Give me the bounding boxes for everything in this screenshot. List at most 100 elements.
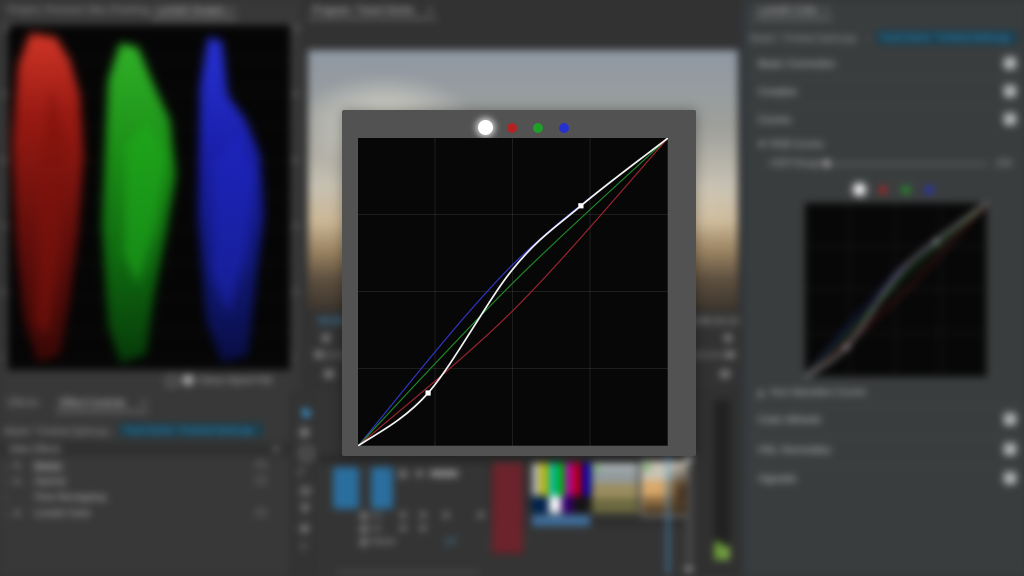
effect-row-lumetri-color[interactable]: › fx Lumetri Color <box>0 506 290 522</box>
track-solo-icon[interactable] <box>443 512 449 518</box>
section-creative[interactable]: Creative <box>758 86 797 98</box>
track-solo-icon[interactable] <box>420 525 426 531</box>
panel-menu-icon[interactable]: ≡ <box>229 5 235 16</box>
track-lock-icon[interactable] <box>400 512 406 518</box>
color-wheels-fx-toggle[interactable]: fx <box>1004 413 1016 425</box>
panel-menu-icon[interactable]: ≡ <box>823 5 829 16</box>
effect-row-opacity[interactable]: › fx Opacity <box>0 474 290 490</box>
effect-controls-panel: Effects Effect Controls ≡ Master * Finis… <box>0 392 290 576</box>
panel-menu-icon[interactable]: ≡ <box>427 5 433 16</box>
hand-tool[interactable] <box>300 524 309 533</box>
bit-depth-value[interactable]: 8 Bit <box>254 375 272 385</box>
scrollbar-right-handle[interactable] <box>726 350 735 359</box>
type-tool[interactable]: T <box>300 542 310 552</box>
section-curves[interactable]: Curves <box>758 114 791 126</box>
channel-dot-red[interactable] <box>879 186 887 194</box>
timeline-clip-red[interactable] <box>492 463 523 554</box>
effect-row-motion[interactable]: › fx Motion <box>0 458 290 474</box>
track-mute-icon[interactable] <box>420 512 426 518</box>
channel-dot-luma[interactable] <box>854 184 865 195</box>
track-mute-icon[interactable] <box>400 525 406 531</box>
reset-effect-icon[interactable] <box>256 509 266 519</box>
source-patch-a1[interactable] <box>371 467 393 509</box>
tab-lumetri-color[interactable]: Lumetri Color <box>758 5 818 16</box>
timeline-vertical-scrollbar[interactable] <box>687 463 693 563</box>
ripple-edit-tool[interactable] <box>300 447 313 460</box>
timeline-clip-sunset-selected[interactable] <box>641 461 691 516</box>
razor-tool[interactable] <box>297 466 304 477</box>
track-option-icon[interactable] <box>478 512 484 518</box>
master-clip-label[interactable]: Master * Finished Spirits.jpg <box>4 426 108 436</box>
selected-audio-clip[interactable] <box>532 515 590 526</box>
channel-dot-green[interactable] <box>902 186 910 194</box>
slip-tool[interactable] <box>300 487 311 490</box>
clamp-signal-checkbox[interactable] <box>183 375 193 385</box>
playhead[interactable] <box>667 455 669 574</box>
sequence-clip-button[interactable]: Travel Series * Finished Spirits.jpg <box>876 30 1018 45</box>
section-hsl-secondary[interactable]: HSL Secondary <box>758 444 831 456</box>
track-select-tool[interactable] <box>300 428 309 437</box>
section-vignette[interactable]: Vignette <box>758 473 796 485</box>
sequence-clip-button[interactable]: Travel Series * Finished Spirits.jpg <box>119 423 263 437</box>
effect-name[interactable]: Time Remapping <box>34 492 106 503</box>
sequence-clip-label: Travel Series * Finished Spirits.jpg <box>119 423 263 437</box>
effect-name[interactable]: Opacity <box>34 476 66 487</box>
selection-tool[interactable] <box>298 404 313 419</box>
source-patch-v1[interactable] <box>333 467 359 509</box>
rgb-parade-scope[interactable] <box>8 25 290 370</box>
hdr-range-slider-track[interactable] <box>824 163 988 165</box>
rgb-curves-disclosure-icon[interactable] <box>758 142 766 147</box>
timeline-clip-landscape[interactable] <box>592 463 638 513</box>
transport-button[interactable] <box>720 370 730 378</box>
section-basic-correction[interactable]: Basic Correction <box>758 58 835 70</box>
scope-settings-icon[interactable] <box>166 375 178 387</box>
effect-name[interactable]: Lumetri Color <box>34 508 91 519</box>
monitor-button-right[interactable] <box>724 334 732 342</box>
timeline-ruler[interactable] <box>318 455 695 463</box>
rgb-curves-mini-editor[interactable] <box>805 203 987 377</box>
scrollbar-handle[interactable] <box>685 566 693 572</box>
curves-fx-toggle[interactable]: fx <box>1004 113 1016 125</box>
transport-button[interactable] <box>324 370 334 378</box>
timeline-clip-bars[interactable] <box>532 463 590 513</box>
basic-correction-fx-toggle[interactable]: fx <box>1004 57 1016 69</box>
channel-dot-luma[interactable] <box>478 120 493 135</box>
hue-sat-disclosure-icon[interactable] <box>759 390 764 398</box>
reset-effect-icon[interactable] <box>256 461 266 471</box>
hdr-range-value[interactable]: 100 <box>996 158 1012 169</box>
reset-effect-icon[interactable] <box>256 477 266 487</box>
group-collapse-icon[interactable] <box>273 448 279 452</box>
track-toggle-icon[interactable] <box>360 538 368 546</box>
channel-dot-blue[interactable] <box>559 123 569 133</box>
hsl-secondary-fx-toggle[interactable]: fx <box>1004 443 1016 455</box>
track-toggle-icon[interactable] <box>360 512 368 520</box>
scrollbar-left-handle[interactable] <box>314 350 323 359</box>
master-gain-value[interactable]: 0.0 <box>445 537 456 546</box>
effect-row-time-remapping[interactable]: › Time Remapping <box>0 490 290 506</box>
track-toggle-icon[interactable] <box>360 525 368 533</box>
tab-effect-controls[interactable]: Effect Controls <box>60 398 125 409</box>
track-header-icon[interactable] <box>399 470 407 478</box>
hdr-range-slider-knob[interactable] <box>823 160 830 167</box>
tab-effects[interactable]: Effects <box>8 398 38 409</box>
track-header-icon[interactable] <box>416 470 423 477</box>
timeline-horizontal-scrollbar[interactable] <box>335 570 480 574</box>
section-color-wheels[interactable]: Color Wheels <box>758 414 821 426</box>
monitor-button-left[interactable] <box>322 334 330 342</box>
channel-dot-green[interactable] <box>533 123 543 133</box>
creative-fx-toggle[interactable]: fx <box>1004 85 1016 97</box>
channel-dot-blue[interactable] <box>925 186 933 194</box>
rgb-curves-editor-area[interactable] <box>358 138 668 446</box>
pen-tool[interactable] <box>300 504 310 515</box>
tab-lumetri-scopes[interactable]: Lumetri Scopes <box>156 5 225 16</box>
tab-program-monitor[interactable]: Program: Travel Series <box>312 5 414 16</box>
rgb-parade-waveform <box>8 25 290 370</box>
vignette-fx-toggle[interactable]: fx <box>1004 472 1016 484</box>
channel-dot-red[interactable] <box>507 123 517 133</box>
hue-saturation-curves-label[interactable]: Hue Saturation Curves <box>770 387 866 398</box>
rgb-curves-label[interactable]: RGB Curves <box>770 139 823 150</box>
panel-menu-icon[interactable]: ≡ <box>141 398 147 409</box>
master-clip-label[interactable]: Master * Finished Spirits.jpg <box>750 33 866 43</box>
video-effects-group-header[interactable]: Video Effects <box>0 442 290 456</box>
effect-name[interactable]: Motion <box>34 460 63 471</box>
